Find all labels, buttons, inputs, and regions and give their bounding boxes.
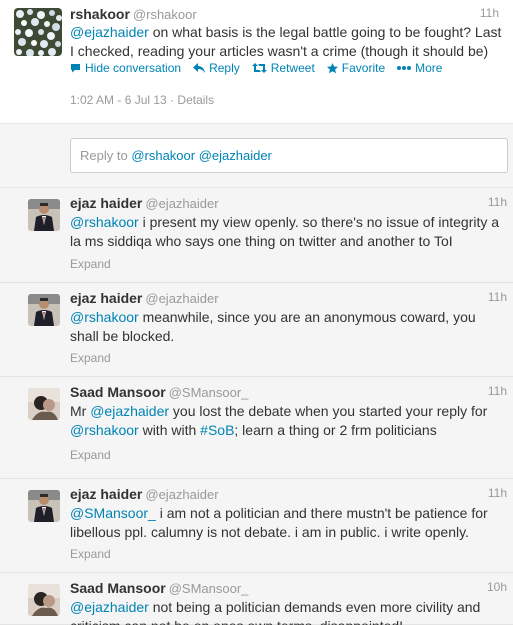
tweet-time[interactable]: 11h — [488, 384, 507, 398]
hide-conversation-icon — [71, 64, 80, 73]
author-fullname[interactable]: rshakoor — [70, 6, 130, 22]
avatar[interactable] — [28, 199, 60, 231]
avatar[interactable] — [28, 388, 60, 420]
tweet-item[interactable]: ejaz haider @ejazhaider 11h @rshakoor meanw… — [0, 283, 513, 377]
tweet-timestamp: 1:02 AM - 6 Jul 13 — [70, 93, 167, 107]
mention-link[interactable]: @rshakoor — [70, 309, 139, 325]
reply-button[interactable]: Reply — [193, 61, 240, 75]
mention-link[interactable]: @ejazhaider — [70, 24, 149, 40]
tweet-meta: 1:02 AM - 6 Jul 13 · Details — [70, 93, 214, 107]
author-username[interactable]: @ejazhaider — [145, 196, 218, 211]
hide-conversation-label: Hide conversation — [85, 61, 182, 75]
avatar[interactable] — [28, 294, 60, 326]
retweet-icon — [251, 63, 267, 73]
author-username[interactable]: @ejazhaider — [145, 291, 218, 306]
reply-input[interactable]: Reply to @rshakoor @ejazhaider — [70, 138, 508, 173]
expand-link[interactable]: Expand — [70, 448, 111, 462]
more-button[interactable]: More — [397, 61, 442, 75]
tweet-text: @ejazhaider not being a politician deman… — [70, 598, 508, 625]
star-icon — [326, 62, 338, 73]
avatar[interactable] — [28, 490, 60, 522]
expand-link[interactable]: Expand — [70, 351, 111, 365]
reply-placeholder-prefix: Reply to — [80, 148, 132, 163]
meta-separator: · — [166, 93, 178, 107]
author-username[interactable]: @SMansoor_ — [169, 385, 249, 400]
tweet-text-fragment: with with — [138, 422, 201, 438]
tweet-text-fragment: Mr — [70, 403, 91, 419]
tweet-text: @rshakoor i present my view openly. so t… — [70, 213, 508, 251]
author-fullname[interactable]: ejaz haider — [70, 290, 142, 306]
more-label: More — [415, 61, 443, 75]
avatar[interactable] — [28, 584, 60, 616]
tweet-text: @ejazhaider on what basis is the legal b… — [70, 23, 506, 61]
expand-link[interactable]: Expand — [70, 547, 111, 561]
retweet-label: Retweet — [270, 61, 315, 75]
tweet-item[interactable]: Saad Mansoor @SMansoor_ 10h @ejazhaider not… — [0, 573, 513, 625]
reply-placeholder-mentions: @rshakoor @ejazhaider — [131, 148, 272, 163]
favorite-label: Favorite — [341, 61, 386, 75]
retweet-button[interactable]: Retweet — [251, 61, 315, 75]
reply-label: Reply — [209, 61, 240, 75]
author-fullname[interactable]: ejaz haider — [70, 195, 142, 211]
tweet-time[interactable]: 10h — [487, 580, 507, 594]
mention-link[interactable]: @rshakoor — [70, 214, 139, 230]
hashtag-link[interactable]: #SoB — [200, 422, 234, 438]
mention-link[interactable]: @SMansoor_ — [70, 505, 156, 521]
author-username[interactable]: @rshakoor — [133, 7, 197, 22]
tweet-header: Saad Mansoor @SMansoor_ 10h — [70, 580, 507, 598]
favorite-button[interactable]: Favorite — [326, 61, 386, 75]
tweet-text-fragment: you lost the debate when you started you… — [169, 403, 492, 419]
expanded-tweet: rshakoor @rshakoor 11h @ejazhaider on wha… — [0, 0, 513, 123]
tweet-header: ejaz haider @ejazhaider 11h — [70, 290, 507, 308]
tweet-item[interactable]: ejaz haider @ejazhaider 11h @rshakoor i pre… — [0, 188, 513, 283]
reply-area: Reply to @rshakoor @ejazhaider — [0, 123, 513, 188]
hide-conversation-button[interactable]: Hide conversation — [70, 61, 181, 75]
tweet-item[interactable]: ejaz haider @ejazhaider 11h @SMansoor_ i am… — [0, 479, 513, 573]
avatar[interactable] — [14, 8, 62, 56]
tweet-actions: Hide conversation Reply Retweet Favorite… — [70, 61, 442, 75]
tweet-time[interactable]: 11h — [488, 290, 507, 304]
mention-link[interactable]: @ejazhaider — [90, 403, 169, 419]
author-username[interactable]: @ejazhaider — [145, 487, 218, 502]
tweet-header: rshakoor @rshakoor 11h — [70, 6, 499, 24]
tweet-header: ejaz haider @ejazhaider 11h — [70, 486, 507, 504]
tweet-item[interactable]: Saad Mansoor @SMansoor_ 11h Mr @ejazhaider … — [0, 377, 513, 479]
mention-link[interactable]: @rshakoor — [70, 422, 139, 438]
conversation-replies: ejaz haider @ejazhaider 11h @rshakoor i pre… — [0, 188, 513, 625]
tweet-time[interactable]: 11h — [480, 6, 499, 20]
tweet-text: Mr @ejazhaider you lost the debate when … — [70, 402, 508, 440]
expand-link[interactable]: Expand — [70, 257, 111, 271]
more-dots-icon — [397, 66, 412, 70]
author-fullname[interactable]: ejaz haider — [70, 486, 142, 502]
author-fullname[interactable]: Saad Mansoor — [70, 580, 166, 596]
author-username[interactable]: @SMansoor_ — [169, 581, 249, 596]
tweet-header: ejaz haider @ejazhaider 11h — [70, 195, 507, 213]
tweet-time[interactable]: 11h — [488, 195, 507, 209]
details-link[interactable]: Details — [177, 93, 214, 107]
tweet-header: Saad Mansoor @SMansoor_ 11h — [70, 384, 507, 402]
mention-link[interactable]: @ejazhaider — [70, 599, 149, 615]
tweet-text: @rshakoor meanwhile, since you are an an… — [70, 308, 508, 346]
author-fullname[interactable]: Saad Mansoor — [70, 384, 166, 400]
tweet-time[interactable]: 11h — [488, 486, 507, 500]
tweet-text-fragment: ; learn a thing or 2 frm politicians — [234, 422, 437, 438]
reply-arrow-icon — [193, 63, 206, 73]
tweet-text: @SMansoor_ i am not a politician and the… — [70, 504, 508, 542]
